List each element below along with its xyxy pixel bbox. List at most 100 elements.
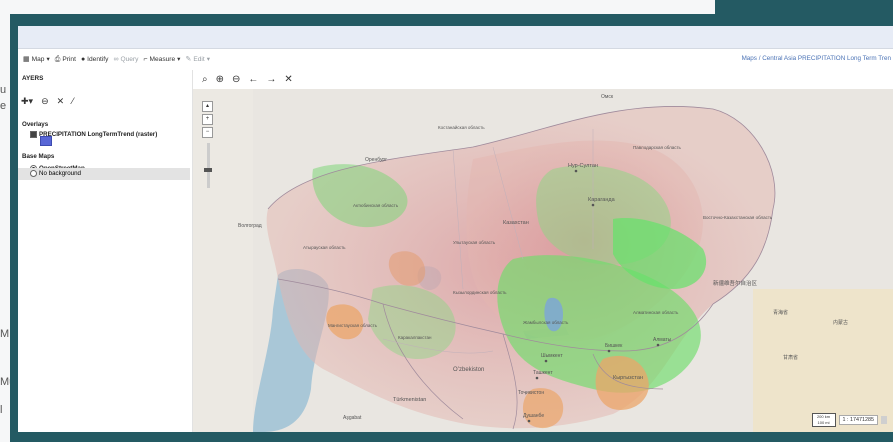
frame-bottom xyxy=(10,432,893,442)
label-kyzylorda: Кызылординская область xyxy=(453,290,507,295)
binoculars-icon: ∞ xyxy=(113,55,119,63)
no-background-row[interactable]: No background xyxy=(30,170,81,177)
background-text-1: u xyxy=(0,84,7,96)
label-kostanay: Костанайская область xyxy=(438,124,485,130)
label-kazakhstan: Казахстан xyxy=(503,220,529,226)
overlay-layer-label: PRECIPITATION LongTermTrend (raster) xyxy=(39,131,158,138)
frame-left xyxy=(10,14,18,436)
label-pavlodar: Павлодарская область xyxy=(633,145,682,150)
screenshot-page: u e M Mu l ▦ Map ▾ ⎙ Print ● Identify ∞ xyxy=(0,0,893,442)
label-omsk: Омск xyxy=(601,94,614,100)
fullscreen-icon[interactable]: ✕ xyxy=(284,74,292,85)
breadcrumb[interactable]: Maps / Central Asia PRECIPITATION Long T… xyxy=(742,55,891,62)
city-marker xyxy=(535,376,539,380)
base-layer-none[interactable]: No background xyxy=(18,168,190,180)
label-china-a: 青海省 xyxy=(773,309,788,316)
map-view[interactable]: Омск Костанайская область Павлодарская о… xyxy=(193,89,893,432)
remove-layer-icon[interactable]: ⊖ xyxy=(41,96,49,107)
measure-button[interactable]: ⌐ Measure ▾ xyxy=(143,55,180,64)
edit-icon: ✎ xyxy=(185,55,192,63)
label-tajikistan: Тоҷикистон xyxy=(518,390,544,396)
overlay-checkbox[interactable] xyxy=(30,131,37,138)
no-background-radio[interactable] xyxy=(30,170,37,177)
chevron-down-icon: ▾ xyxy=(206,56,211,63)
label-xinjiang: 新疆维吾尔自治区 xyxy=(713,279,758,287)
query-label: Query xyxy=(120,55,139,63)
top-header-strip xyxy=(18,26,893,49)
overlays-heading: Overlays xyxy=(22,121,49,128)
label-nursultan: Нур-Султан xyxy=(568,163,598,169)
no-background-label: No background xyxy=(39,170,81,177)
legend-swatch xyxy=(40,136,52,146)
frame-top-right xyxy=(715,0,893,14)
label-shymkent: Шымкент xyxy=(541,353,563,359)
chevron-down-icon: ▾ xyxy=(46,56,50,63)
scale-bar-bottom: 100 mi xyxy=(817,420,830,425)
scale-control: 200 km 100 mi 1 : 17471285 xyxy=(811,413,887,427)
zoom-in-icon[interactable]: ⊕ xyxy=(216,74,224,85)
zoom-extent-icon[interactable]: ⌕ xyxy=(202,74,208,85)
layers-panel-title: AYERS xyxy=(22,75,44,82)
label-kyrgyzstan: Кыргызстан xyxy=(613,375,643,381)
edit-button[interactable]: ✎ Edit ▾ xyxy=(185,55,211,64)
map-icon: ▦ xyxy=(23,55,30,63)
zoom-slider-thumb[interactable] xyxy=(204,168,212,172)
info-icon: ● xyxy=(80,55,86,63)
edit-label: Edit xyxy=(193,55,205,63)
print-button[interactable]: ⎙ Print xyxy=(55,56,76,63)
identify-button[interactable]: ● Identify xyxy=(81,56,109,63)
label-karaganda: Караганда xyxy=(588,197,616,203)
background-text-5: l xyxy=(0,404,3,416)
add-layer-icon[interactable]: ✚▾ xyxy=(21,96,33,107)
background-text-2: e xyxy=(0,100,7,112)
label-bishkek: Бишкек xyxy=(605,343,623,349)
zoom-controls: ▴ + − xyxy=(202,101,213,140)
label-china-c: 内蒙古 xyxy=(833,319,848,326)
city-marker xyxy=(527,419,531,423)
wrench-icon[interactable]: ✕ xyxy=(57,96,65,107)
zoom-in-map-icon[interactable]: + xyxy=(202,114,213,125)
western-area xyxy=(193,89,253,432)
label-zhambyl: Жамбылская область xyxy=(523,320,569,325)
label-turkmenistan: Türkmenistan xyxy=(393,397,426,403)
label-ashgabat: Aşgabat xyxy=(343,415,362,421)
zoom-out-map-icon[interactable]: − xyxy=(202,127,213,138)
label-almaty-region: Алматинская область xyxy=(633,310,679,315)
label-mangystau: Мангистауская область xyxy=(328,323,378,328)
map-toolbar: ⌕ ⊕ ⊖ ← → ✕ xyxy=(196,70,893,89)
label-atyrau: Атырауская область xyxy=(303,245,346,250)
city-marker xyxy=(591,203,595,207)
label-karakalpakstan: Каракалпакстан xyxy=(398,335,432,340)
identify-label: Identify xyxy=(87,55,109,63)
background-text-3: M xyxy=(0,328,10,340)
brush-icon[interactable]: ⁄ xyxy=(72,96,74,107)
back-arrow-icon[interactable]: ← xyxy=(248,74,258,85)
map-menu-button[interactable]: ▦ Map ▾ xyxy=(23,55,50,64)
zoom-slider[interactable] xyxy=(207,143,210,188)
label-volgograd: Волгоград xyxy=(238,223,262,229)
base-maps-heading: Base Maps xyxy=(22,153,55,160)
label-china-b: 甘肃省 xyxy=(783,354,798,361)
label-dushanbe: Душанбе xyxy=(523,413,544,419)
measure-label: Measure xyxy=(149,55,176,63)
label-ulytau: Улытауская область xyxy=(453,240,496,245)
label-almaty: Алматы xyxy=(653,337,672,343)
zoom-out-icon[interactable]: ⊖ xyxy=(232,74,240,85)
print-label: Print xyxy=(62,55,76,63)
layers-panel: AYERS ✚▾ ⊖ ✕ ⁄ Overlays PRECIPITATION Lo… xyxy=(18,70,193,432)
label-tashkent: Ташкент xyxy=(533,370,553,376)
label-aktobe: Актюбинская область xyxy=(353,203,399,208)
map-canvas[interactable]: Омск Костанайская область Павлодарская о… xyxy=(193,89,893,432)
scale-ratio[interactable]: 1 : 17471285 xyxy=(838,415,878,425)
ruler-icon: ⌐ xyxy=(143,55,148,63)
label-vko: Восточно-Казахстанская область xyxy=(703,215,773,220)
query-button[interactable]: ∞ Query xyxy=(113,56,138,63)
scale-dropdown-icon[interactable] xyxy=(881,416,887,424)
forward-arrow-icon[interactable]: → xyxy=(266,74,276,85)
city-marker xyxy=(656,343,660,347)
print-icon: ⎙ xyxy=(54,55,61,63)
city-marker xyxy=(544,359,548,363)
pan-up-icon[interactable]: ▴ xyxy=(202,101,213,112)
city-marker xyxy=(574,169,578,173)
label-orenburg: Оренбург xyxy=(365,157,387,163)
